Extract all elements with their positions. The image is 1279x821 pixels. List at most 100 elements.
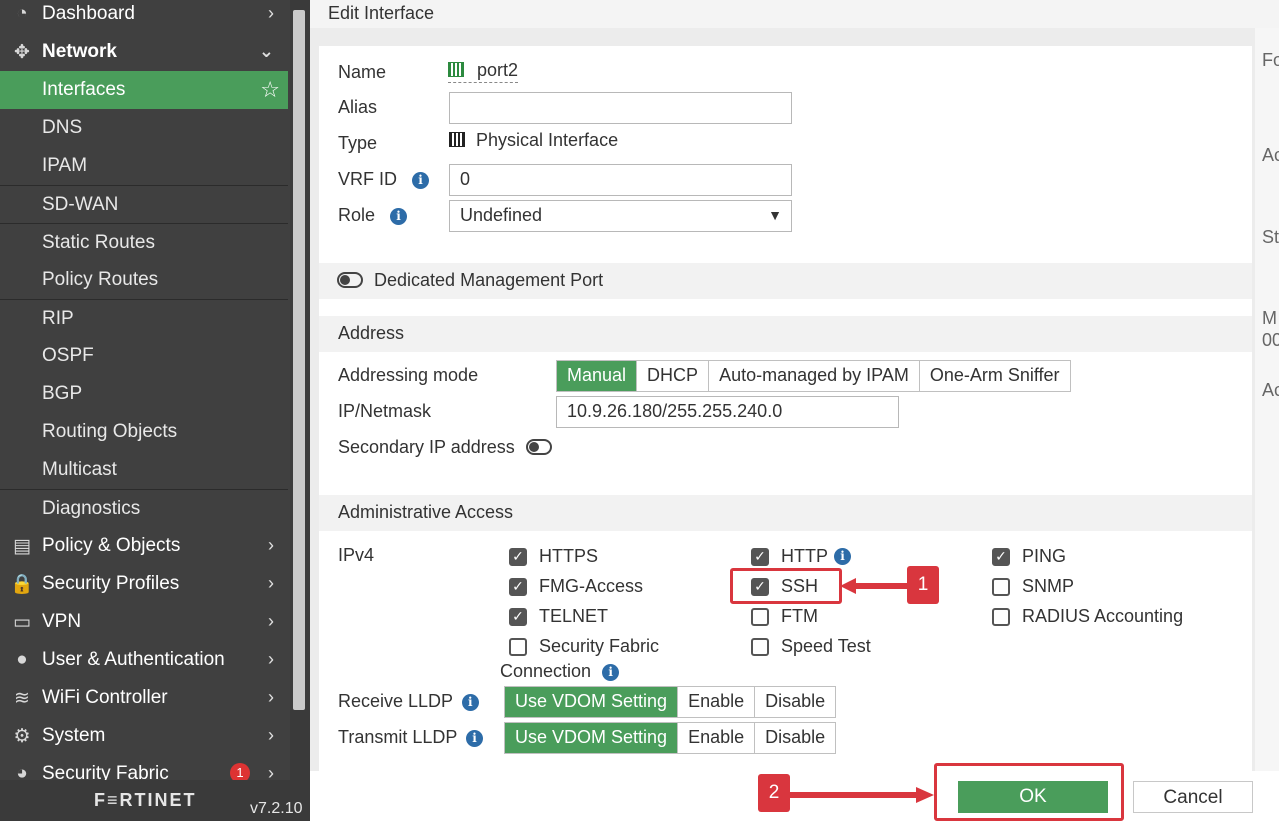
checkbox-empty-icon <box>751 607 769 626</box>
right-panel-text: Ac <box>1262 380 1279 400</box>
info-icon[interactable]: i <box>602 664 620 681</box>
alias-label: Alias <box>338 97 378 117</box>
receive-lldp-vdom[interactable]: Use VDOM Setting <box>505 687 679 717</box>
sidebar-item-ospf[interactable]: OSPF <box>0 337 288 375</box>
ping-checkbox[interactable]: ✓ PING <box>992 546 1066 567</box>
sidebar-item-label: Network <box>42 41 117 62</box>
mode-ipam[interactable]: Auto-managed by IPAM <box>709 361 920 391</box>
sidebar-item-label: Routing Objects <box>42 421 178 442</box>
role-select[interactable]: Undefined ▼ <box>449 200 792 232</box>
transmit-lldp-disable[interactable]: Disable <box>755 723 836 753</box>
name-value[interactable]: port2 <box>448 60 519 83</box>
sidebar-item-network[interactable]: ✥ Network ⌄ <box>0 33 288 71</box>
favorite-star-icon[interactable]: ☆ <box>260 77 280 103</box>
telnet-checkbox[interactable]: ✓ TELNET <box>509 606 608 627</box>
transmit-lldp-enable[interactable]: Enable <box>678 723 756 753</box>
sidebar-item-multicast[interactable]: Multicast <box>0 451 288 489</box>
sidebar-item-label: IPAM <box>42 155 88 176</box>
network-icon: ✥ <box>14 41 30 63</box>
chevron-down-icon: ⌄ <box>258 41 274 61</box>
sidebar-item-dashboard[interactable]: ◔ Dashboard › <box>0 0 288 33</box>
https-checkbox[interactable]: ✓ HTTPS <box>509 546 598 567</box>
gear-icon: ⚙ <box>13 725 31 747</box>
fortinet-logo: F≡RTINET <box>94 790 197 810</box>
sidebar-item-interfaces[interactable]: Interfaces ☆ <box>0 71 288 109</box>
receive-lldp-enable[interactable]: Enable <box>678 687 756 717</box>
checkbox-checked-icon: ✓ <box>509 547 527 566</box>
sidebar-item-vpn[interactable]: ▭ VPN › <box>0 603 288 641</box>
sidebar-item-wifi-controller[interactable]: ≋ WiFi Controller › <box>0 679 288 717</box>
checkbox-empty-icon <box>751 637 769 656</box>
sidebar-item-label: System <box>42 725 106 746</box>
ip-netmask-input[interactable]: 10.9.26.180/255.255.240.0 <box>556 396 899 428</box>
info-icon[interactable]: i <box>466 730 484 747</box>
snmp-checkbox[interactable]: SNMP <box>992 576 1074 597</box>
secondary-ip-toggle[interactable] <box>525 439 552 455</box>
sidebar-item-user-authentication[interactable]: ● User & Authentication › <box>0 641 288 679</box>
mode-manual[interactable]: Manual <box>557 361 638 391</box>
addressing-mode-label: Addressing mode <box>338 365 479 385</box>
chevron-right-icon: › <box>268 649 274 669</box>
fmg-access-checkbox[interactable]: ✓ FMG-Access <box>509 576 643 597</box>
sidebar-item-label: SD-WAN <box>42 193 119 215</box>
transmit-lldp-selector: Use VDOM Setting Enable Disable <box>504 722 837 754</box>
info-icon[interactable]: i <box>412 172 430 189</box>
sidebar-item-label: RIP <box>42 307 74 329</box>
sidebar-item-policy-objects[interactable]: ▤ Policy & Objects › <box>0 527 288 565</box>
mode-one-arm-sniffer[interactable]: One-Arm Sniffer <box>919 361 1070 391</box>
sidebar-item-policy-routes[interactable]: Policy Routes <box>0 261 288 299</box>
transmit-lldp-vdom[interactable]: Use VDOM Setting <box>505 723 679 753</box>
sidebar-item-security-profiles[interactable]: 🔒 Security Profiles › <box>0 565 288 603</box>
mode-dhcp[interactable]: DHCP <box>637 361 710 391</box>
dedicated-mgmt-toggle[interactable] <box>337 272 363 288</box>
admin-access-section-title: Administrative Access <box>338 502 514 522</box>
version-label: v7.2.10 <box>250 800 303 817</box>
sidebar-item-dns[interactable]: DNS <box>0 109 288 147</box>
annotation-ssh-highlight <box>730 568 842 604</box>
checkbox-checked-icon: ✓ <box>751 547 769 566</box>
sidebar-item-diagnostics[interactable]: Diagnostics <box>0 489 288 527</box>
dialog-header: Edit Interface <box>310 0 1279 28</box>
sidebar-menu: ◔ Dashboard › ✥ Network ⌄ Interfaces ☆ DNS IPAM SD… <box>0 0 288 793</box>
radius-accounting-checkbox[interactable]: RADIUS Accounting <box>992 606 1183 627</box>
sidebar-item-rip[interactable]: RIP <box>0 299 288 337</box>
alias-input[interactable] <box>449 92 792 124</box>
http-checkbox[interactable]: ✓ HTTP i <box>751 546 851 567</box>
sidebar-item-label: VPN <box>42 611 82 632</box>
monitor-icon: ▭ <box>13 611 31 633</box>
ip-netmask-label: IP/Netmask <box>338 401 432 421</box>
checkbox-empty-icon <box>992 607 1010 626</box>
sidebar-item-label: Multicast <box>42 459 117 480</box>
cancel-button[interactable]: Cancel <box>1133 781 1253 813</box>
ftm-checkbox[interactable]: FTM <box>751 606 818 627</box>
annotation-ok-highlight <box>934 763 1124 821</box>
dashboard-icon: ◔ <box>16 3 28 24</box>
sidebar-item-system[interactable]: ⚙ System › <box>0 717 288 755</box>
security-fabric-checkbox[interactable]: Security Fabric <box>509 636 659 657</box>
dedicated-mgmt-control[interactable]: Dedicated Management Port <box>337 270 603 291</box>
sidebar-item-ipam[interactable]: IPAM <box>0 147 288 185</box>
lock-icon: 🔒 <box>10 574 34 595</box>
info-icon[interactable]: i <box>390 208 408 225</box>
sidebar-item-label: Security Profiles <box>42 573 180 594</box>
right-panel-text: Ac <box>1262 145 1279 165</box>
info-icon[interactable]: i <box>461 694 479 711</box>
chevron-right-icon: › <box>268 573 274 593</box>
dialog-title: Edit Interface <box>328 3 435 23</box>
sidebar-item-label: Interfaces <box>42 79 126 100</box>
info-icon[interactable]: i <box>834 548 851 565</box>
sidebar-item-bgp[interactable]: BGP <box>0 375 288 413</box>
chevron-right-icon: › <box>268 535 274 555</box>
type-label: Type <box>338 133 378 153</box>
sidebar-item-static-routes[interactable]: Static Routes <box>0 223 288 261</box>
sidebar-item-label: User & Authentication <box>42 649 225 670</box>
receive-lldp-label: Receive LLDP i <box>338 691 479 712</box>
admin-access-section-header: Administrative Access <box>319 495 1252 531</box>
right-panel-text: Fo <box>1262 50 1279 70</box>
vrf-id-input[interactable]: 0 <box>449 164 792 196</box>
receive-lldp-disable[interactable]: Disable <box>755 687 836 717</box>
sidebar-item-routing-objects[interactable]: Routing Objects <box>0 413 288 451</box>
speed-test-checkbox[interactable]: Speed Test <box>751 636 871 657</box>
sidebar-scroll-thumb[interactable] <box>293 10 305 710</box>
sidebar-item-sd-wan[interactable]: SD-WAN <box>0 185 288 223</box>
